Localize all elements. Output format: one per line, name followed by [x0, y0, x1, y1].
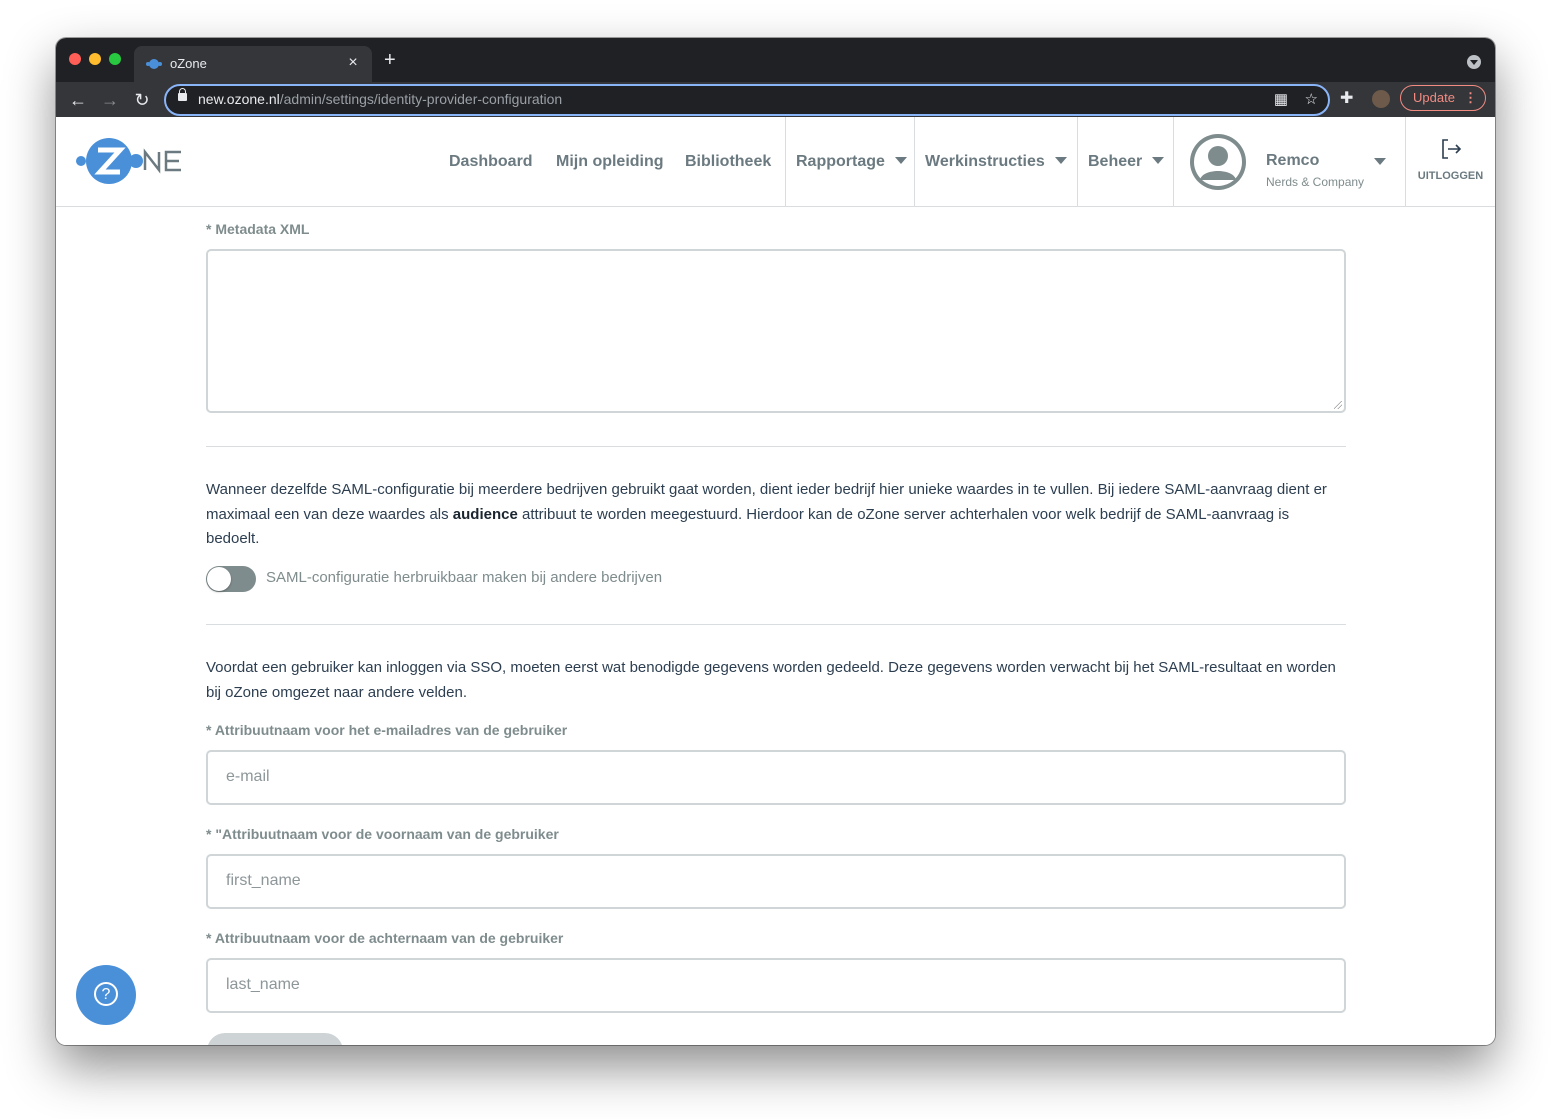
user-company: Nerds & Company	[1266, 175, 1365, 189]
browser-window: oZone × + ← → ↻ new.ozone.nl/admin/setti…	[56, 38, 1495, 1045]
bookmark-star-icon[interactable]: ☆	[1305, 91, 1318, 109]
forward-icon[interactable]: →	[98, 88, 122, 112]
reload-icon[interactable]: ↻	[130, 88, 154, 112]
metadata-xml-label: * Metadata XML	[206, 221, 310, 237]
nav-divider	[914, 117, 915, 206]
close-window-button[interactable]	[69, 53, 81, 65]
sso-explanation: Voordat een gebruiker kan inloggen via S…	[206, 659, 1336, 701]
nav-divider	[1077, 117, 1078, 206]
chevron-down-icon	[894, 157, 907, 164]
nav-rapportage-label: Rapportage	[796, 153, 885, 170]
user-menu-chevron-icon[interactable]	[1374, 158, 1386, 165]
browser-menu-icon[interactable]: ⋮	[1464, 86, 1477, 110]
ozone-logo[interactable]	[76, 137, 186, 187]
reuse-config-toggle-label[interactable]: SAML-configuratie herbruikbaar maken bij…	[266, 569, 662, 586]
nav-rapportage[interactable]: Rapportage	[796, 117, 907, 206]
question-icon: ?	[94, 982, 118, 1006]
back-icon[interactable]: ←	[66, 88, 90, 112]
extensions-icon[interactable]: ✚	[1340, 90, 1353, 108]
user-silhouette-icon	[1194, 138, 1242, 186]
save-button[interactable]	[207, 1033, 343, 1045]
reuse-config-toggle[interactable]	[206, 566, 256, 592]
nav-beheer-label: Beheer	[1088, 153, 1143, 170]
tab-close-icon[interactable]: ×	[344, 54, 362, 72]
lastname-attribute-placeholder: last_name	[226, 976, 300, 993]
tab-title: oZone	[170, 56, 207, 71]
ozone-favicon-icon	[146, 59, 162, 69]
nav-werkinstructies[interactable]: Werkinstructies	[925, 117, 1067, 206]
chevron-down-icon	[1054, 157, 1067, 164]
nav-bibliotheek[interactable]: Bibliotheek	[685, 117, 771, 206]
tab-strip: oZone × +	[56, 38, 1495, 82]
url-host: new.ozone.nl	[198, 91, 280, 107]
logout-button[interactable]: UITLOGGEN	[1406, 117, 1495, 206]
help-button[interactable]: ?	[76, 965, 136, 1025]
url-path: /admin/settings/identity-provider-config…	[279, 91, 563, 107]
nav-divider	[785, 117, 786, 206]
email-attribute-label: * Attribuutnaam voor het e-mailadres van…	[206, 722, 568, 738]
nav-werkinstructies-label: Werkinstructies	[925, 153, 1045, 170]
user-name[interactable]: Remco	[1266, 152, 1319, 170]
logout-label: UITLOGGEN	[1417, 170, 1484, 182]
divider	[206, 446, 1346, 447]
divider	[206, 624, 1346, 625]
browser-tab-ozone[interactable]: oZone ×	[134, 46, 372, 82]
address-bar[interactable]: new.ozone.nl/admin/settings/identity-pro…	[164, 84, 1330, 116]
logout-icon	[1442, 139, 1462, 159]
lastname-attribute-label: * Attribuutnaam voor de achternaam van d…	[206, 930, 564, 946]
update-button[interactable]: Update ⋮	[1400, 85, 1486, 111]
user-avatar[interactable]	[1190, 134, 1246, 190]
audience-explanation: Wanneer dezelfde SAML-configuratie bij m…	[206, 478, 1346, 552]
qr-code-icon[interactable]: ▦	[1274, 91, 1288, 109]
nav-mijn-opleiding[interactable]: Mijn opleiding	[556, 117, 664, 206]
email-attribute-placeholder: e-mail	[226, 768, 270, 785]
chevron-down-icon	[1152, 157, 1165, 164]
firstname-attribute-label: * "Attribuutnaam voor de voornaam van de…	[206, 826, 559, 842]
minimize-window-button[interactable]	[89, 53, 101, 65]
profile-avatar-icon[interactable]	[1372, 90, 1390, 108]
email-attribute-input[interactable]: e-mail	[206, 750, 1346, 805]
toggle-knob	[207, 567, 231, 591]
update-label: Update	[1413, 90, 1455, 105]
maximize-window-button[interactable]	[109, 53, 121, 65]
nav-dashboard[interactable]: Dashboard	[449, 117, 533, 206]
metadata-xml-textarea[interactable]	[206, 249, 1346, 413]
new-tab-icon[interactable]: +	[384, 50, 396, 70]
nav-divider	[1173, 117, 1174, 206]
app-header: Dashboard Mijn opleiding Bibliotheek Rap…	[56, 117, 1495, 207]
browser-toolbar: ← → ↻ new.ozone.nl/admin/settings/identi…	[56, 82, 1495, 117]
firstname-attribute-placeholder: first_name	[226, 872, 301, 889]
url-text: new.ozone.nl/admin/settings/identity-pro…	[198, 91, 562, 107]
page-content: * Metadata XML Wanneer dezelfde SAML-con…	[56, 207, 1495, 1045]
lastname-attribute-input[interactable]: last_name	[206, 958, 1346, 1013]
resize-handle-icon[interactable]	[1334, 401, 1342, 409]
firstname-attribute-input[interactable]: first_name	[206, 854, 1346, 909]
audience-keyword: audience	[452, 505, 518, 523]
tab-search-icon[interactable]	[1467, 55, 1481, 69]
lock-icon	[178, 88, 187, 101]
nav-beheer[interactable]: Beheer	[1088, 117, 1165, 206]
